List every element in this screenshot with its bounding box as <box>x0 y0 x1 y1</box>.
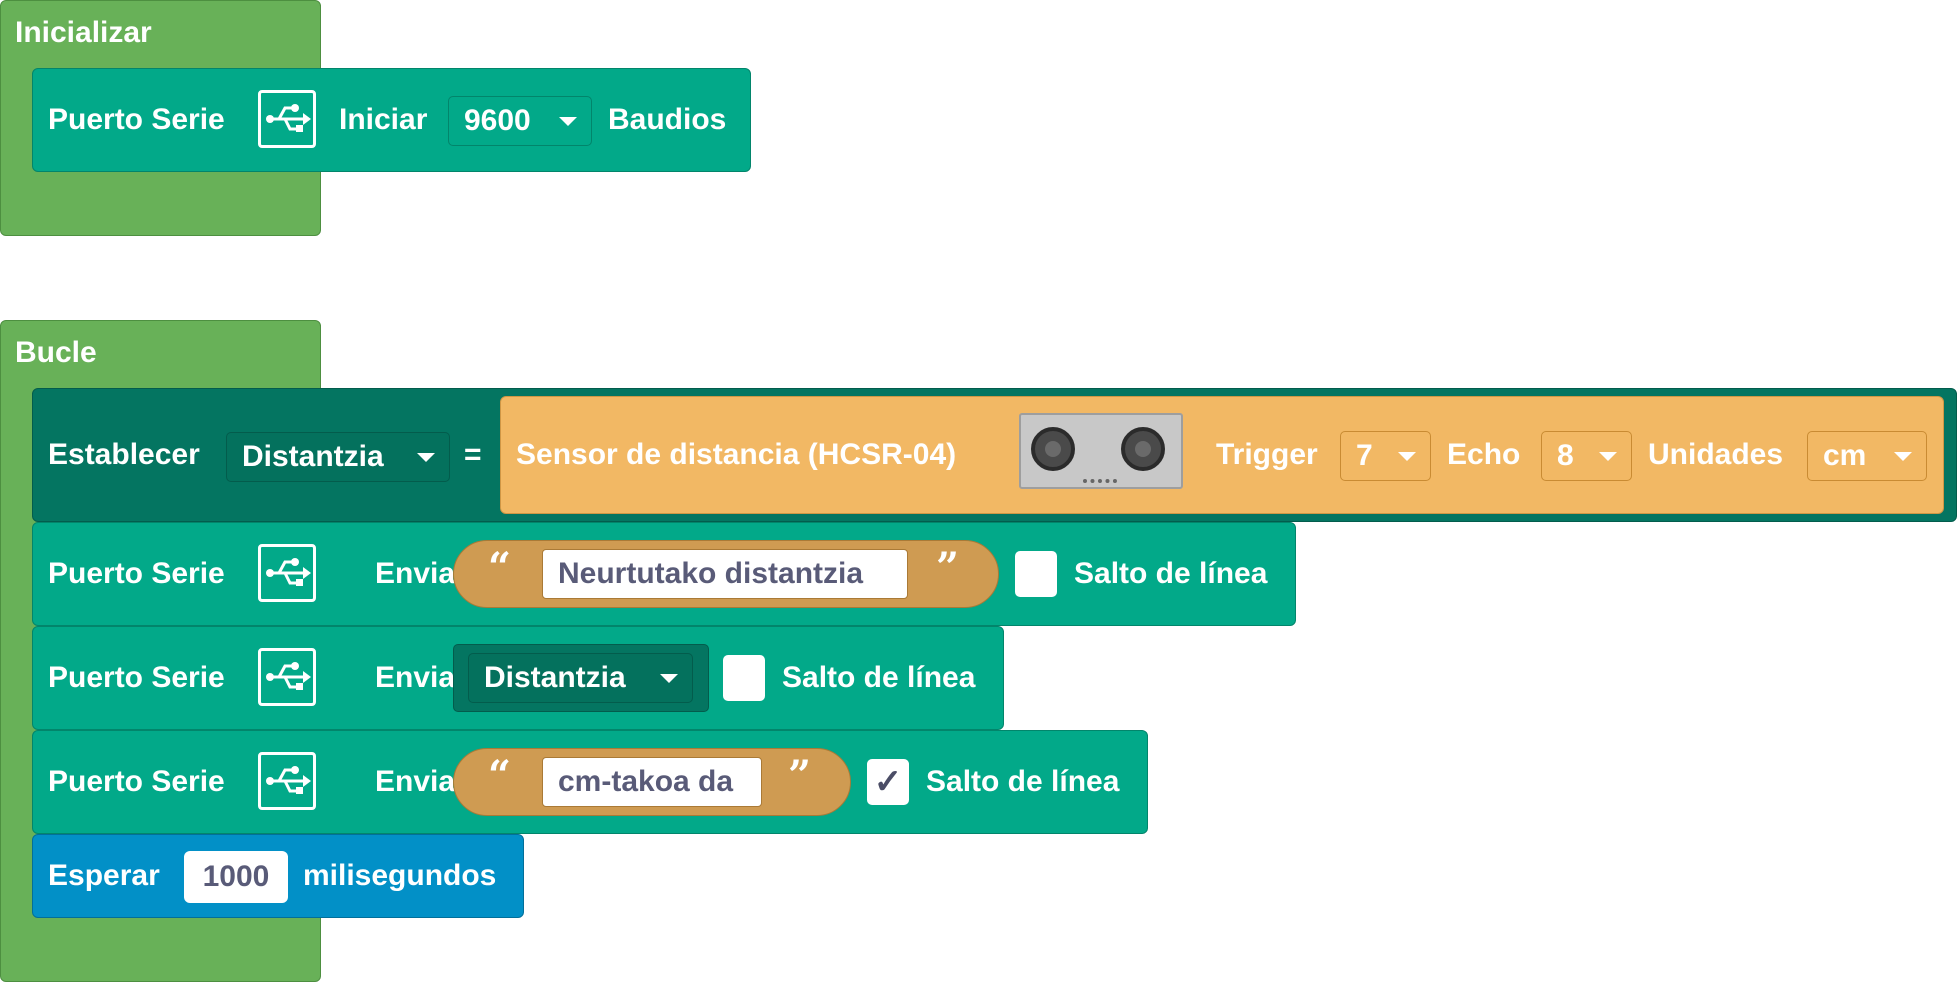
text-input[interactable]: Neurtutako distantzia <box>542 549 908 599</box>
equals-sign: = <box>464 438 482 471</box>
baud-value: 9600 <box>464 104 531 137</box>
open-quote-icon: “ <box>488 752 512 799</box>
serial-begin-label: Puerto Serie <box>48 103 225 136</box>
chevron-down-icon <box>1599 452 1617 461</box>
usb-icon <box>258 90 316 148</box>
baud-dropdown[interactable]: 9600 <box>448 96 592 146</box>
wait-block[interactable]: Esperar 1000 milisegundos <box>32 834 524 918</box>
text-input[interactable]: cm-takoa da <box>542 757 762 807</box>
wait-label: Esperar <box>48 859 160 892</box>
newline-checkbox[interactable] <box>1015 551 1057 597</box>
variable-value: Distantzia <box>484 661 626 694</box>
serial-send-label: Puerto Serie <box>48 557 225 590</box>
sensor-label: Sensor de distancia (HCSR-04) <box>516 438 957 471</box>
usb-icon <box>258 752 316 810</box>
chevron-down-icon <box>1398 452 1416 461</box>
echo-label: Echo <box>1447 438 1521 471</box>
variable-getter-block[interactable]: Distantzia <box>453 644 709 712</box>
units-value: cm <box>1823 439 1867 472</box>
trigger-value: 7 <box>1356 439 1373 472</box>
units-label: Unidades <box>1648 438 1784 471</box>
chevron-down-icon <box>660 674 678 683</box>
echo-value: 8 <box>1557 439 1574 472</box>
variable-value: Distantzia <box>242 440 384 473</box>
init-label: Inicializar <box>15 16 152 49</box>
trigger-dropdown[interactable]: 7 <box>1340 431 1431 481</box>
usb-icon <box>258 648 316 706</box>
baud-suffix: Baudios <box>608 103 727 136</box>
wait-ms-input[interactable]: 1000 <box>184 851 288 903</box>
serial-send-text-block[interactable]: Puerto Serie Enviar “ Neurtutako distant… <box>32 522 1296 626</box>
serial-send-variable-block[interactable]: Puerto Serie Enviar Distantzia Salto de … <box>32 626 1004 730</box>
text-block[interactable]: “ Neurtutako distantzia ” <box>453 540 999 608</box>
serial-send-label: Puerto Serie <box>48 765 225 798</box>
serial-begin-action: Iniciar <box>339 103 428 136</box>
usb-icon <box>258 544 316 602</box>
chevron-down-icon <box>417 453 435 462</box>
newline-checkbox[interactable] <box>723 655 765 701</box>
loop-label: Bucle <box>15 336 97 369</box>
chevron-down-icon <box>1894 452 1912 461</box>
distance-sensor-block[interactable]: Sensor de distancia (HCSR-04) Trigger 7 … <box>500 396 1944 514</box>
open-quote-icon: “ <box>488 544 512 591</box>
echo-dropdown[interactable]: 8 <box>1541 431 1632 481</box>
ultrasonic-sensor-icon <box>1019 413 1183 489</box>
set-label: Establecer <box>48 438 200 471</box>
newline-checkbox[interactable]: ✓ <box>867 759 909 805</box>
newline-label: Salto de línea <box>1074 557 1268 590</box>
text-block[interactable]: “ cm-takoa da ” <box>453 748 851 816</box>
variable-dropdown[interactable]: Distantzia <box>226 432 450 482</box>
trigger-label: Trigger <box>1216 438 1318 471</box>
units-dropdown[interactable]: cm <box>1807 431 1927 481</box>
serial-begin-block[interactable]: Puerto Serie Iniciar 9600 Baudios <box>32 68 751 172</box>
newline-label: Salto de línea <box>926 765 1120 798</box>
chevron-down-icon <box>559 117 577 126</box>
wait-suffix: milisegundos <box>303 859 497 892</box>
serial-send-label: Puerto Serie <box>48 661 225 694</box>
newline-label: Salto de línea <box>782 661 976 694</box>
set-variable-block[interactable]: Establecer Distantzia = Sensor de distan… <box>32 388 1957 522</box>
variable-dropdown[interactable]: Distantzia <box>468 653 693 703</box>
serial-send-text-block[interactable]: Puerto Serie Enviar “ cm-takoa da ” ✓ Sa… <box>32 730 1148 834</box>
close-quote-icon: ” <box>936 544 960 591</box>
close-quote-icon: ” <box>788 752 812 799</box>
